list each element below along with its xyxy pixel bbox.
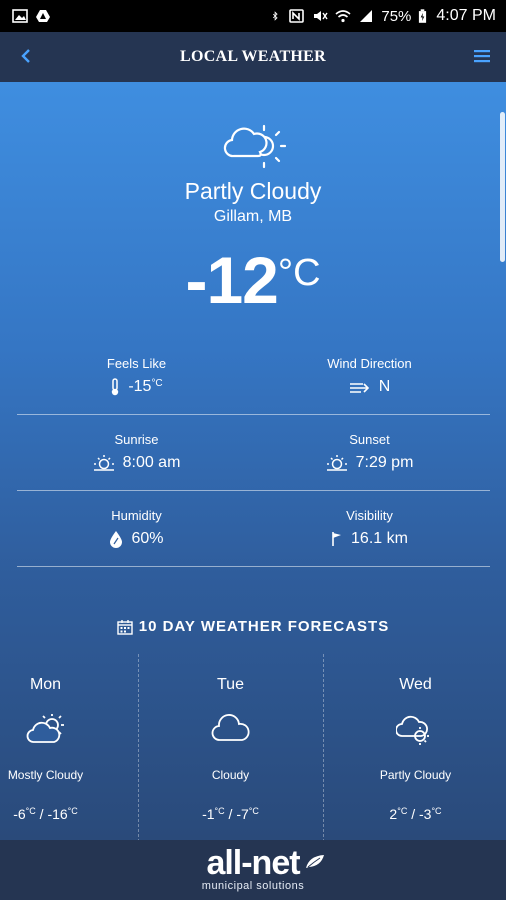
visibility-label: Visibility <box>346 508 393 523</box>
forecast-day-mon[interactable]: Mon Mostly Cloudy -6°C / -16°C <box>0 654 138 840</box>
forecast-title-text: 10 DAY WEATHER FORECASTS <box>138 618 390 635</box>
status-right: 75% 4:07 PM <box>272 7 496 25</box>
forecast-unit: °C <box>214 806 225 816</box>
visibility: Visibility 16.1 km <box>243 508 496 552</box>
feels-like-label: Feels Like <box>106 356 167 371</box>
sun-cloud-icon <box>26 714 64 743</box>
forecast-unit: °C <box>397 806 408 816</box>
cloud-icon <box>211 714 250 741</box>
forecast-low: -16 <box>47 806 68 822</box>
wifi-icon <box>335 10 351 23</box>
leaf-icon <box>306 855 324 868</box>
menu-button[interactable] <box>468 42 496 70</box>
sunset-icon <box>326 455 347 471</box>
forecast-condition: Cloudy <box>211 768 250 782</box>
thermometer-icon <box>112 378 119 396</box>
mute-icon <box>314 11 328 21</box>
back-button[interactable] <box>12 42 40 70</box>
forecast-day-tue[interactable]: Tue Cloudy -1°C / -7°C <box>138 654 323 840</box>
flag-icon <box>332 532 342 546</box>
sunset-label: Sunset <box>349 432 390 447</box>
cloud-sun-icon <box>395 715 429 745</box>
forecast-unit: °C <box>67 806 78 816</box>
sunset: Sunset 7:29 pm <box>243 432 496 477</box>
metrics-divider <box>17 566 490 567</box>
metrics-divider <box>17 414 490 415</box>
feels-like: Feels Like -15°C <box>10 356 263 401</box>
clock: 4:07 PM <box>436 7 496 24</box>
droplet-icon <box>110 531 123 548</box>
forecast-unit: °C <box>431 806 442 816</box>
forecast-low: -7 <box>236 806 249 822</box>
status-left <box>12 9 51 23</box>
sunrise-icon <box>93 455 114 471</box>
page-title: LOCAL WEATHER <box>179 48 326 65</box>
feels-like-unit: °C <box>151 378 163 389</box>
forecast-day-name: Mon <box>29 676 62 693</box>
partly-cloudy-icon <box>223 124 286 169</box>
gallery-notification-icon <box>12 9 28 23</box>
nfc-icon <box>289 9 305 23</box>
temperature-value: -12 <box>185 243 278 317</box>
forecast-day-name: Tue <box>217 676 244 693</box>
chevron-left-icon <box>21 49 30 63</box>
humidity: Humidity 60% <box>10 508 263 553</box>
battery-percent: 75% <box>381 7 412 25</box>
calendar-icon <box>117 619 133 635</box>
brand-tagline: municipal solutions <box>201 880 305 892</box>
sunrise-label: Sunrise <box>114 432 159 447</box>
hamburger-icon <box>474 50 490 63</box>
forecast-low: -3 <box>419 806 432 822</box>
brand-logo: all-net <box>206 844 300 882</box>
wind-icon <box>349 383 369 393</box>
footer: all-net municipal solutions <box>0 840 506 900</box>
forecast-high: -6 <box>13 806 26 822</box>
current-location: Gillam, MB <box>213 208 293 225</box>
app-bar: LOCAL WEATHER <box>0 32 506 82</box>
temperature-unit: °C <box>277 252 321 294</box>
sunrise: Sunrise 8:00 am <box>10 432 263 477</box>
forecast-day-wed[interactable]: Wed Partly Cloudy 2°C / -3°C <box>323 654 506 840</box>
weather-panel[interactable]: Partly Cloudy Gillam, MB -12°C Feels Lik… <box>0 82 506 840</box>
forecast-high: -1 <box>202 806 215 822</box>
humidity-value: 60% <box>131 530 164 547</box>
forecast-condition: Mostly Cloudy <box>7 768 84 782</box>
current-condition: Partly Cloudy <box>184 178 322 204</box>
forecast-unit: °C <box>248 806 259 816</box>
current-temperature: -12°C <box>0 242 506 318</box>
forecast-day-name: Wed <box>399 676 432 693</box>
feels-like-value: -15 <box>128 378 152 395</box>
wind-direction: Wind Direction N <box>243 356 496 398</box>
visibility-value: 16.1 km <box>351 530 408 547</box>
forecast-condition: Partly Cloudy <box>379 768 452 782</box>
sunrise-value: 8:00 am <box>122 454 181 471</box>
wind-direction-label: Wind Direction <box>327 356 412 371</box>
forecast-temps: -1°C / -7°C <box>202 806 259 822</box>
humidity-label: Humidity <box>111 508 162 523</box>
status-bar: 75% 4:07 PM <box>0 0 506 32</box>
bluetooth-icon <box>273 11 278 21</box>
battery-icon <box>419 8 427 23</box>
forecast-unit: °C <box>25 806 36 816</box>
wind-direction-value: N <box>378 378 391 395</box>
drive-notification-icon <box>36 10 50 22</box>
sunset-value: 7:29 pm <box>355 454 414 471</box>
forecast-title: 10 DAY WEATHER FORECASTS <box>0 618 506 635</box>
metrics-divider <box>17 490 490 491</box>
forecast-temps: -6°C / -16°C <box>13 806 78 822</box>
signal-icon <box>360 10 373 22</box>
forecast-temps: 2°C / -3°C <box>389 806 442 822</box>
